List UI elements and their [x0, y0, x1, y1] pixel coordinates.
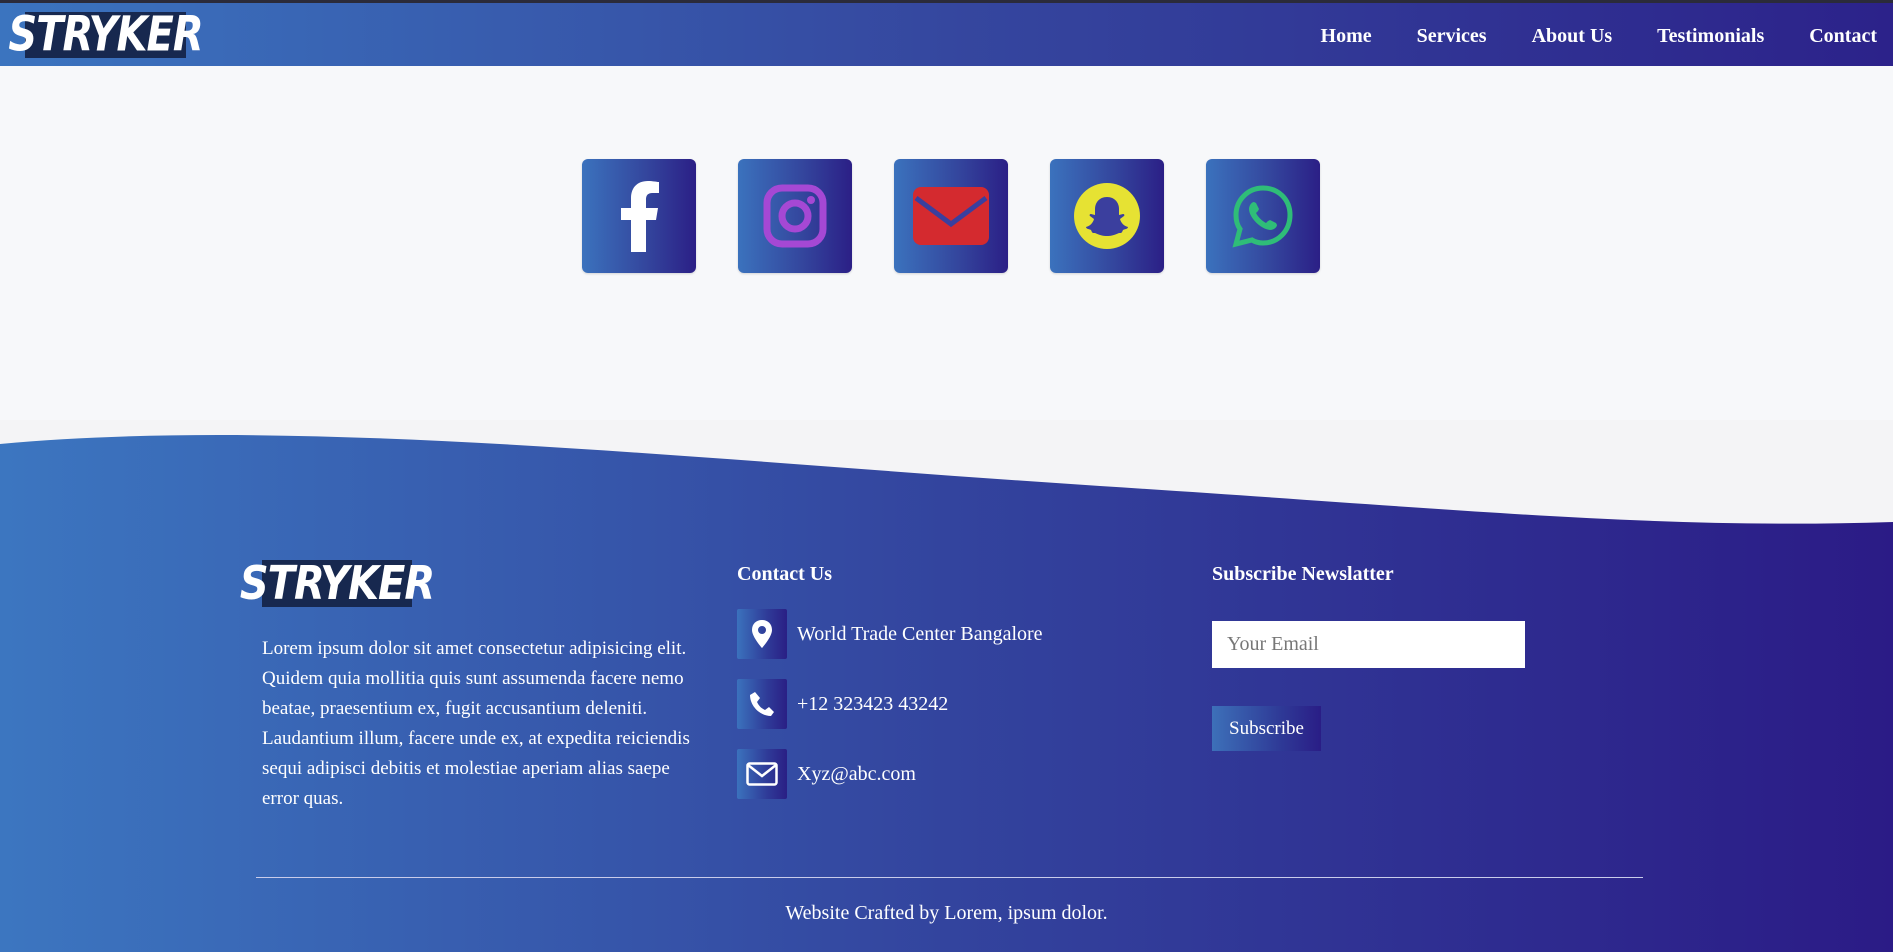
facebook-button[interactable]	[582, 159, 696, 273]
mail-icon	[913, 187, 989, 245]
email-button[interactable]	[894, 159, 1008, 273]
whatsapp-icon	[1232, 185, 1293, 248]
footer-divider	[256, 877, 1643, 878]
contact-email-row: Xyz@abc.com	[737, 749, 916, 799]
nav-links: Home Services About Us Testimonials Cont…	[1276, 3, 1877, 69]
nav-testimonials-link[interactable]: Testimonials	[1657, 25, 1764, 48]
instagram-button[interactable]	[738, 159, 852, 273]
snapchat-icon	[1074, 183, 1140, 249]
brand-logo-text: STRYKER	[8, 7, 203, 63]
facebook-icon	[621, 181, 659, 252]
social-links	[582, 159, 1320, 273]
footer-credit: Website Crafted by Lorem, ipsum dolor.	[785, 902, 1108, 924]
contact-email[interactable]: Xyz@abc.com	[797, 763, 916, 786]
navbar: STRYKER Home Services About Us Testimoni…	[0, 0, 1893, 66]
instagram-icon	[763, 184, 827, 248]
brand-logo[interactable]: STRYKER	[8, 7, 203, 62]
subscribe-button[interactable]: Subscribe	[1212, 706, 1321, 751]
snapchat-button[interactable]	[1050, 159, 1164, 273]
nav-contact-link[interactable]: Contact	[1809, 25, 1877, 48]
envelope-icon	[737, 749, 787, 799]
phone-icon	[737, 679, 787, 729]
contact-heading: Contact Us	[737, 563, 832, 585]
contact-phone-row: +12 323423 43242	[737, 679, 948, 729]
contact-address: World Trade Center Bangalore	[797, 622, 1043, 645]
nav-home-link[interactable]: Home	[1321, 25, 1372, 48]
newsletter-email-input[interactable]	[1212, 621, 1525, 668]
location-pin-icon	[737, 609, 787, 659]
nav-services-link[interactable]: Services	[1417, 25, 1487, 48]
contact-phone[interactable]: +12 323423 43242	[797, 693, 948, 716]
footer-logo[interactable]: STRYKER	[240, 557, 435, 610]
footer-logo-text: STRYKER	[239, 557, 435, 610]
nav-about-link[interactable]: About Us	[1532, 25, 1613, 48]
footer: STRYKER Lorem ipsum dolor sit amet conse…	[0, 420, 1893, 952]
newsletter-heading: Subscribe Newslatter	[1212, 563, 1394, 585]
footer-about-text: Lorem ipsum dolor sit amet consectetur a…	[262, 638, 690, 809]
contact-address-row: World Trade Center Bangalore	[737, 609, 1043, 659]
whatsapp-button[interactable]	[1206, 159, 1320, 273]
